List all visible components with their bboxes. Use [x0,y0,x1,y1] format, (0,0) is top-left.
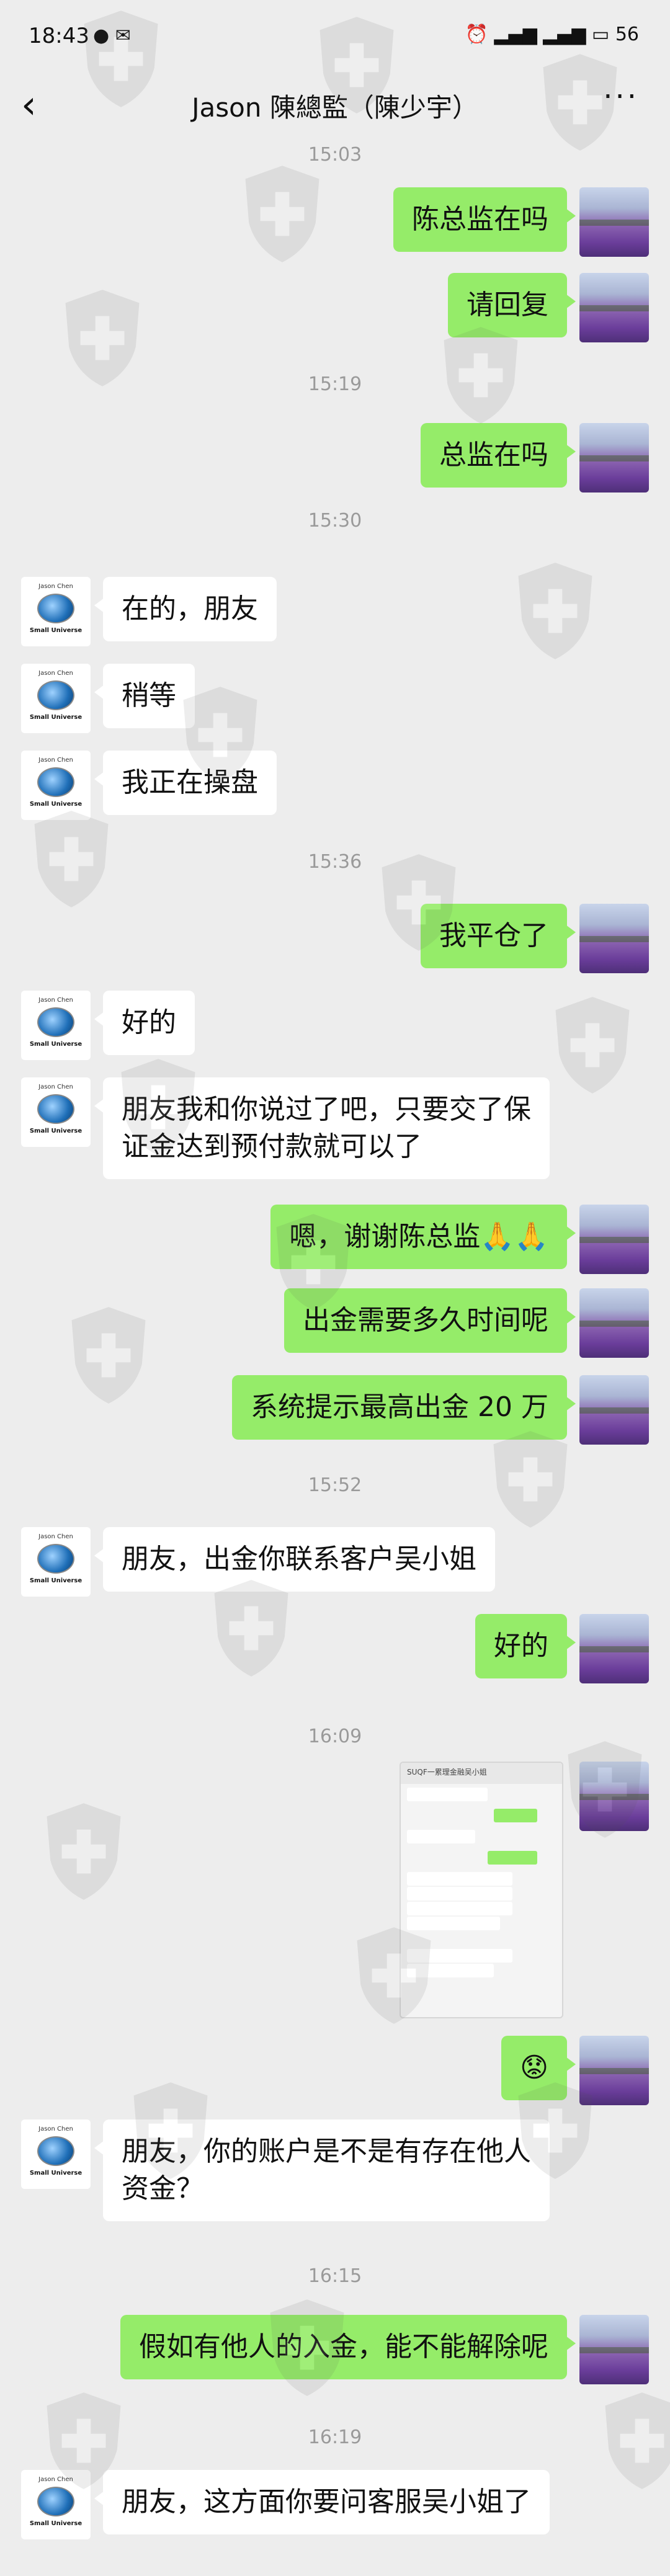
contact-avatar[interactable]: Jason Chen Small Universe [21,1077,91,1147]
contact-avatar[interactable]: Jason Chen Small Universe [21,577,91,646]
image-thumb-line [488,1851,537,1865]
avatar-brand: Small Universe [29,1577,83,1584]
contact-message-bubble[interactable]: 朋友，这方面你要问客服吴小姐了 [94,2470,550,2534]
contact-avatar[interactable]: Jason Chen Small Universe [21,1527,91,1597]
shield-watermark-icon [62,1303,155,1408]
contact-message-bubble[interactable]: 好的 [94,991,195,1055]
shield-watermark-icon [546,992,639,1098]
shield-watermark-icon [124,2078,217,2183]
avatar-brand: Small Universe [29,1128,83,1134]
my-avatar[interactable] [579,2315,649,2384]
image-thumb-line [407,1902,512,1915]
globe-logo-icon [37,594,74,623]
shield-watermark-icon [236,161,329,267]
timestamp: 15:30 [308,510,362,532]
shield-watermark-icon [372,850,465,955]
my-avatar[interactable] [579,1614,649,1683]
avatar-label: Jason Chen [38,757,73,764]
contact-avatar[interactable]: Jason Chen Small Universe [21,2119,91,2189]
avatar-brand: Small Universe [29,714,83,721]
shield-watermark-icon [347,1923,440,2028]
battery-level: 56 [615,24,639,45]
shield-watermark-icon [310,12,403,118]
avatar-label: Jason Chen [38,997,73,1004]
globe-logo-icon [37,767,74,797]
globe-logo-icon [37,680,74,710]
avatar-brand: Small Universe [29,1041,83,1048]
globe-logo-icon [37,1544,74,1574]
avatar-brand: Small Universe [29,2170,83,2177]
image-thumb-line [407,1872,512,1886]
globe-logo-icon [37,2136,74,2166]
my-avatar[interactable] [579,273,649,342]
my-avatar[interactable] [579,1375,649,1445]
image-thumb-line [407,1830,475,1843]
my-avatar[interactable] [579,904,649,973]
avatar-brand: Small Universe [29,627,83,634]
shield-watermark-icon [112,1054,205,1160]
shield-watermark-icon [434,323,527,428]
timestamp: 16:15 [308,2265,362,2287]
my-avatar[interactable] [579,423,649,492]
my-avatar[interactable] [579,1205,649,1274]
avatar-label: Jason Chen [38,2126,73,2133]
shield-watermark-icon [37,1799,130,1904]
my-message-bubble[interactable]: 总监在吗 [421,423,576,488]
shield-watermark-icon [534,50,627,155]
image-caption: SUQF一累理金融吴小姐 [401,1763,562,1784]
shield-watermark-icon [484,1427,577,1532]
my-message-bubble[interactable]: 陈总监在吗 [393,187,576,252]
shield-watermark-icon [509,2078,602,2183]
my-avatar[interactable] [579,187,649,257]
status-right: ⏰ ▂▄▆ ▂▄▆ ▭ 56 [465,24,639,45]
my-avatar[interactable] [579,1288,649,1358]
shield-watermark-icon [596,2388,670,2494]
avatar-brand: Small Universe [29,2520,83,2527]
signal-icon: ⏰ ▂▄▆ ▂▄▆ ▭ [465,24,615,45]
contact-message-bubble[interactable]: 在的，朋友 [94,577,277,641]
avatar-label: Jason Chen [38,670,73,677]
shield-watermark-icon [174,682,267,788]
contact-avatar[interactable]: Jason Chen Small Universe [21,664,91,733]
shield-watermark-icon [261,2295,354,2400]
image-thumb-line [407,1887,512,1901]
shield-watermark-icon [267,1210,360,1315]
shield-watermark-icon [558,1737,651,1842]
shield-watermark-icon [205,1575,298,1681]
image-thumb-line [407,1788,488,1801]
shield-watermark-icon [37,2388,130,2494]
contact-avatar[interactable]: Jason Chen Small Universe [21,991,91,1060]
my-message-bubble[interactable]: 好的 [475,1614,576,1678]
shield-watermark-icon [74,6,168,112]
avatar-label: Jason Chen [38,1084,73,1090]
shield-watermark-icon [56,285,149,391]
shield-watermark-icon [25,806,118,912]
contact-message-bubble[interactable]: 朋友，出金你联系客户吴小姐 [94,1527,495,1592]
image-thumb-line [494,1809,537,1822]
shield-watermark-icon [509,558,602,664]
avatar-label: Jason Chen [38,583,73,590]
avatar-label: Jason Chen [38,1533,73,1540]
globe-logo-icon [37,1007,74,1037]
globe-logo-icon [37,1094,74,1124]
